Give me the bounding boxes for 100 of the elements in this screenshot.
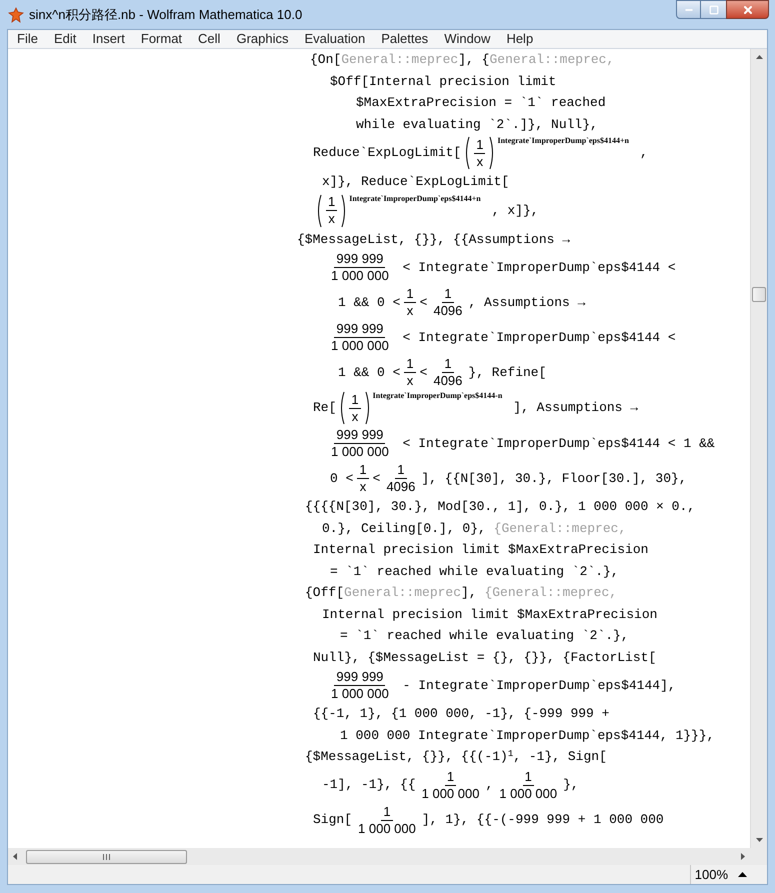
superscript: 1	[508, 748, 514, 761]
code-text: General::meprec	[341, 51, 458, 69]
fraction-denominator: 1 000 000	[330, 444, 390, 460]
fraction-denominator: 1 000 000	[357, 820, 417, 836]
menu-item[interactable]: File	[9, 29, 46, 49]
menu-item[interactable]: Graphics	[228, 29, 296, 49]
code-text: {General::meprec,	[494, 520, 626, 538]
scrollbar-thumb[interactable]	[752, 287, 766, 302]
scroll-down-arrow-icon[interactable]	[756, 838, 762, 842]
code-text: <	[420, 294, 428, 312]
fraction-numerator: 1	[381, 804, 393, 820]
exponent-text: Integrate`ImproperDump`eps$4144+n	[349, 194, 481, 204]
fraction-numerator: 1	[522, 768, 534, 786]
code-text: ], {	[458, 51, 490, 69]
fraction-numerator: 999 999	[334, 427, 386, 444]
code-text: {$MessageList, {}}, {{Assumptions →	[297, 230, 570, 248]
code-text: {{-1, 1}, {1 000 000, -1}, {-999 999 +	[313, 705, 610, 723]
code-text: }, Refine[	[468, 364, 546, 382]
fraction-numerator: 999 999	[334, 669, 386, 686]
menu-item[interactable]: Edit	[46, 29, 84, 49]
code-text: ], Assumptions →	[513, 399, 638, 418]
zoom-up-arrow-icon[interactable]	[738, 872, 747, 877]
code-text: General::meprec,	[489, 51, 614, 69]
code-text: {Off[	[305, 584, 344, 602]
fraction-denominator: 1 000 000	[330, 268, 390, 284]
fraction-denominator: 4096	[385, 479, 416, 495]
fraction-denominator: x	[350, 408, 360, 424]
grip-icon	[103, 854, 110, 860]
menu-item[interactable]: Palettes	[373, 29, 436, 49]
fraction-denominator: 4096	[432, 373, 464, 389]
maximize-icon	[708, 4, 718, 14]
left-parenthesis-icon	[316, 194, 322, 228]
code-text: Null}, {$MessageList = {}, {}}, {FactorList[	[313, 648, 656, 666]
scroll-up-arrow-icon[interactable]	[756, 55, 762, 59]
maximize-button[interactable]	[701, 0, 726, 19]
code-text: = `1` reached while evaluating `2`.},	[340, 627, 629, 645]
code-text: {General::meprec,	[484, 584, 618, 602]
fraction-denominator: x	[476, 154, 484, 170]
code-text: },	[563, 776, 579, 794]
left-parenthesis-icon	[339, 391, 346, 425]
menu-item[interactable]: Help	[498, 29, 542, 49]
code-text: Internal precision limit $MaxExtraPrecision	[313, 541, 648, 559]
fraction-numerator: 1	[442, 286, 454, 303]
code-text: -1], -1}, {{	[322, 776, 416, 794]
menu-item[interactable]: Insert	[84, 29, 133, 49]
code-text: Reduce`ExpLogLimit[	[313, 144, 462, 162]
code-text: , -1}, Sign[	[513, 748, 607, 766]
fraction-numerator: 1	[444, 768, 456, 786]
zoom-level: 100%	[694, 866, 728, 884]
fraction-denominator: x	[406, 373, 414, 389]
fraction-numerator: 1	[326, 194, 338, 211]
code-text: < Integrate`ImproperDump`eps$4144 <	[402, 328, 676, 347]
code-text: {{{{N[30], 30.}, Mod[30., 1], 0.}, 1 000 000 × 0.,	[305, 498, 696, 516]
code-text: ,	[640, 144, 648, 162]
left-parenthesis-icon	[464, 136, 470, 170]
fraction-denominator: x	[327, 211, 336, 227]
menu-item[interactable]: Window	[436, 29, 498, 49]
fraction-numerator: 1	[357, 462, 369, 479]
fraction-denominator: x	[406, 303, 414, 319]
code-text: 1 && 0 <	[338, 294, 400, 312]
fraction-numerator: 1	[404, 286, 416, 303]
code-text: ,	[485, 776, 494, 794]
scrollbar-thumb[interactable]	[26, 850, 187, 864]
scroll-right-arrow-icon[interactable]	[741, 853, 745, 860]
exponent-text: Integrate`ImproperDump`eps$4144+n	[497, 136, 629, 146]
fraction-numerator: 1	[474, 136, 486, 154]
app-logo-icon	[8, 6, 24, 22]
minimize-button[interactable]	[676, 0, 701, 19]
exponent-text: Integrate`ImproperDump`eps$4144-n	[372, 391, 502, 401]
code-text: 1 && 0 <	[338, 364, 400, 382]
menu-item[interactable]: Evaluation	[296, 29, 374, 49]
right-parenthesis-icon	[364, 391, 371, 425]
code-text: <	[372, 470, 380, 488]
window-title: sinx^n积分路径.nb - Wolfram Mathematica 10.0	[29, 6, 302, 24]
code-text: ],	[461, 584, 478, 602]
close-button[interactable]	[726, 0, 769, 19]
code-text: , Assumptions →	[468, 294, 586, 312]
code-text: x]}, Reduce`ExpLogLimit[	[322, 173, 510, 191]
fraction-numerator: 1	[404, 356, 416, 373]
code-text: $Off[Internal precision limit	[330, 72, 556, 90]
code-text: Re[	[313, 399, 336, 418]
menu-item[interactable]: Cell	[190, 29, 228, 49]
code-text: <	[420, 364, 428, 382]
fraction-denominator: x	[358, 479, 368, 495]
code-text: General::meprec	[344, 584, 462, 602]
menu-item[interactable]: Format	[132, 29, 190, 49]
fraction-numerator: 999 999	[334, 321, 386, 338]
scroll-left-arrow-icon[interactable]	[13, 853, 17, 860]
fraction-denominator: 1 000 000	[330, 686, 390, 702]
code-text: < Integrate`ImproperDump`eps$4144 < 1 &&	[402, 434, 715, 453]
code-text: - Integrate`ImproperDump`eps$4144],	[402, 676, 676, 695]
code-text: 0 <	[330, 470, 354, 488]
fraction-numerator: 1	[395, 462, 407, 479]
fraction-denominator: 1 000 000	[330, 338, 390, 354]
fraction-denominator: 1 000 000	[420, 786, 480, 802]
code-text: 0.}, Ceiling[0.], 0},	[322, 520, 487, 538]
code-text: Internal precision limit $MaxExtraPrecision	[322, 606, 658, 624]
code-text: Sign[	[313, 811, 352, 830]
code-text: {On[	[310, 51, 342, 69]
fraction-denominator: 1 000 000	[498, 786, 558, 802]
